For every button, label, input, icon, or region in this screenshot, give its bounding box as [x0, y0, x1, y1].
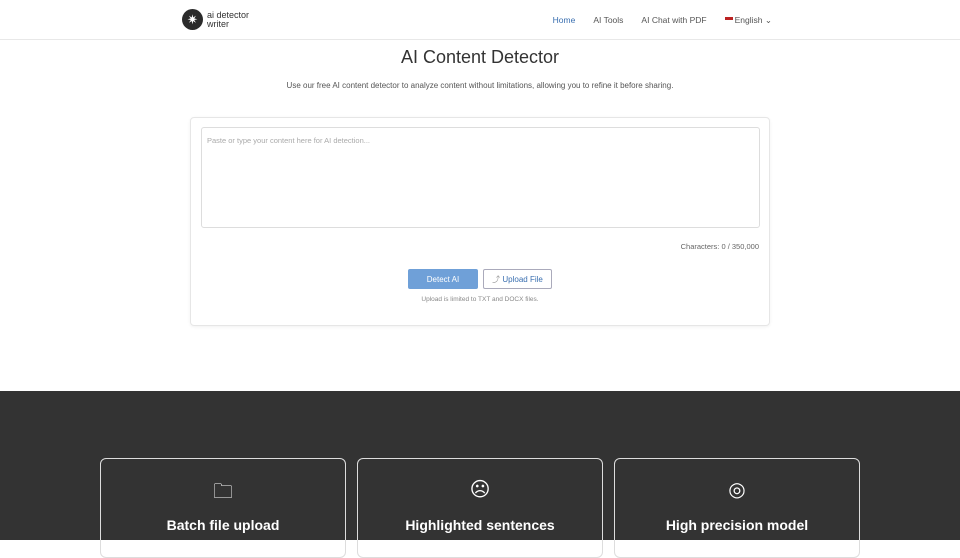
logo[interactable]: ✷ ai detector writer [182, 9, 249, 30]
feature-title: High precision model [665, 517, 809, 533]
navbar: ✷ ai detector writer Home AI Tools AI Cha… [0, 0, 960, 40]
folder-icon: 🗀 [213, 481, 233, 503]
detect-ai-button[interactable]: Detect AI [408, 269, 478, 289]
language-select[interactable]: English ⌄ [724, 15, 772, 26]
upload-label: Upload File [502, 274, 543, 284]
upload-file-button[interactable]: ⤴ Upload File [483, 269, 552, 289]
feature-title: Highlighted sentences [405, 517, 555, 533]
detector-card: Characters: 0 / 350,000 Detect AI ⤴ Uplo… [190, 117, 770, 326]
target-icon: ◎ [728, 479, 746, 501]
logo-line2: writer [207, 18, 229, 29]
logo-star-icon: ✷ [182, 9, 203, 30]
chevron-down-icon: ⌄ [764, 15, 772, 25]
page-title: AI Content Detector [400, 47, 560, 67]
feature-card-precision: ◎ High precision model [614, 458, 860, 558]
highlight-icon: ☹ [469, 479, 491, 501]
nav-home[interactable]: Home [553, 15, 576, 26]
character-count: Characters: 0 / 350,000 [680, 242, 759, 251]
features-section: 🗀 Batch file upload ☹ Highlighted senten… [0, 391, 960, 558]
feature-card-batch: 🗀 Batch file upload [100, 458, 346, 558]
nav-ai-chat-pdf[interactable]: AI Chat with PDF [641, 15, 706, 26]
page-subtitle: Use our free AI content detector to anal… [286, 81, 674, 90]
upload-icon: ⤴ [492, 274, 501, 284]
language-label: English [734, 15, 763, 25]
us-flag-icon [724, 17, 733, 23]
feature-title: Batch file upload [166, 517, 280, 533]
content-input[interactable] [201, 127, 760, 228]
upload-note: Upload is limited to TXT and DOCX files. [421, 296, 539, 303]
feature-card-highlight: ☹ Highlighted sentences [357, 458, 603, 558]
nav-ai-tools[interactable]: AI Tools [593, 15, 623, 26]
